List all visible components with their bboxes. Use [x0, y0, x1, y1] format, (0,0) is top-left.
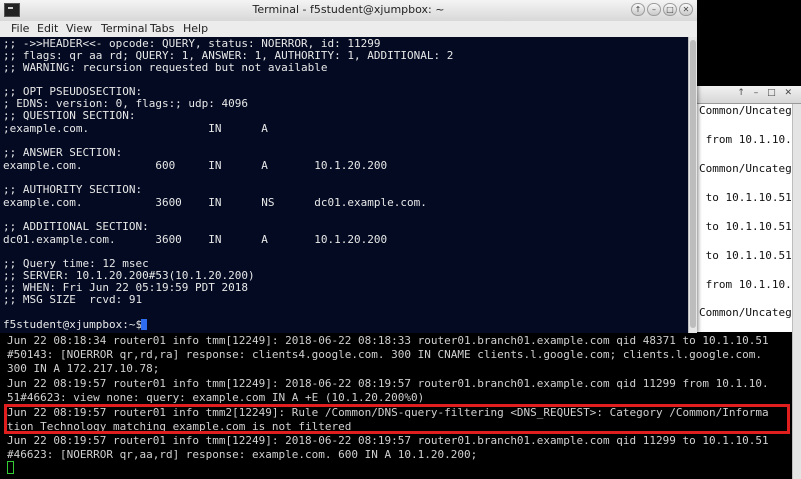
text-cursor	[141, 319, 147, 330]
terminal-line: dc01.example.com. 3600 IN A 10.1.20.200	[3, 233, 388, 246]
side-line: to 10.1.10.51	[699, 249, 792, 262]
scrollbar-thumb[interactable]	[690, 40, 696, 328]
log-line: Jun 22 08:18:34 router01 info tmm[12249]…	[7, 334, 769, 347]
minimize-button[interactable]: –	[647, 3, 661, 16]
menu-view[interactable]: View	[66, 22, 92, 35]
log-line: Jun 22 08:19:57 router01 info tmm[12249]…	[7, 377, 769, 390]
window-titlebar[interactable]: Terminal - f5student@xjumpbox: ~ ↑ – □ ✕	[0, 0, 697, 22]
shell-prompt: f5student@xjumpbox:~$	[3, 318, 149, 331]
always-on-top-button[interactable]: ↑	[631, 3, 645, 16]
terminal-line: ;example.com. IN A	[3, 122, 268, 135]
side-line: Common/Uncateg	[699, 162, 792, 175]
menu-edit[interactable]: Edit	[37, 22, 58, 35]
close-button[interactable]: ✕	[679, 3, 693, 16]
window-title: Terminal - f5student@xjumpbox: ~	[252, 3, 445, 16]
side-line: to 10.1.10.51	[699, 220, 792, 233]
log-line: Jun 22 08:19:57 router01 info tmm[12249]…	[7, 434, 769, 447]
background-scrollbar[interactable]	[792, 104, 801, 479]
terminal-line: ;; WARNING: recursion requested but not …	[3, 61, 328, 74]
log-line: 51#46623: view none: query: example.com …	[7, 391, 425, 404]
menu-tabs[interactable]: Tabs	[150, 22, 174, 35]
menu-help[interactable]: Help	[183, 22, 208, 35]
side-line: to 10.1.10.51	[699, 191, 792, 204]
terminal-line: example.com. 3600 IN NS dc01.example.com…	[3, 196, 427, 209]
side-line: from 10.1.10.	[699, 278, 792, 291]
menu-file[interactable]: File	[11, 22, 29, 35]
side-line: Common/Uncateg	[699, 104, 792, 117]
terminal-output[interactable]: ;; ->>HEADER<<- opcode: QUERY, status: N…	[0, 37, 688, 333]
log-line: #50143: [NOERROR qr,rd,ra] response: cli…	[7, 348, 762, 361]
maximize-button[interactable]: □	[663, 3, 677, 16]
background-window-controls[interactable]: ↑ – □ ✕	[737, 88, 795, 98]
log-line: 300 IN A 172.217.10.78;	[7, 362, 160, 375]
terminal-line: ;; QUESTION SECTION:	[3, 109, 136, 122]
terminal-line: ;; AUTHORITY SECTION:	[3, 183, 143, 196]
foreground-terminal-window: Terminal - f5student@xjumpbox: ~ ↑ – □ ✕…	[0, 0, 697, 333]
highlight-annotation-box	[4, 404, 790, 434]
background-window-titlebar[interactable]: ↑ – □ ✕	[697, 86, 801, 104]
terminal-line: ;; MSG SIZE rcvd: 91	[3, 293, 143, 306]
menubar: File Edit View Terminal Tabs Help	[0, 21, 697, 38]
window-controls: ↑ – □ ✕	[631, 3, 693, 16]
menu-terminal[interactable]: Terminal	[101, 22, 148, 35]
log-line: #46623: [NOERROR qr,aa,rd] response: exa…	[7, 448, 478, 461]
terminal-scrollbar[interactable]	[688, 37, 697, 333]
terminal-line: ;; ADDITIONAL SECTION:	[3, 220, 149, 233]
terminal-line: example.com. 600 IN A 10.1.20.200	[3, 159, 388, 172]
log-cursor	[7, 461, 14, 474]
terminal-line: ;; ANSWER SECTION:	[3, 146, 123, 159]
side-line: from 10.1.10.	[699, 133, 792, 146]
log-output: Jun 22 08:18:34 router01 info tmm[12249]…	[0, 333, 792, 479]
side-line: Common/Uncateg	[699, 306, 792, 319]
background-side-pane: Common/Uncateg from 10.1.10. Common/Unca…	[697, 104, 792, 332]
